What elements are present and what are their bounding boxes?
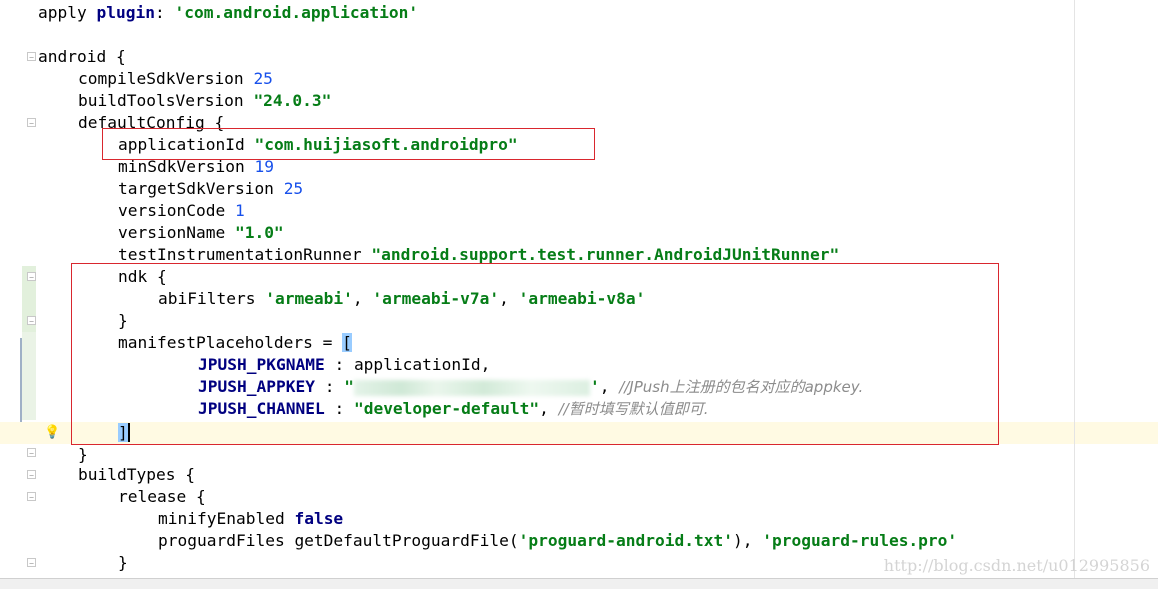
code-line: release { bbox=[118, 487, 206, 506]
code-line: buildToolsVersion "24.0.3" bbox=[78, 91, 332, 110]
code-line: versionName "1.0" bbox=[118, 223, 284, 242]
code-line: android { bbox=[38, 47, 126, 66]
code-line: targetSdkVersion 25 bbox=[118, 179, 304, 198]
fold-icon[interactable]: − bbox=[27, 448, 36, 458]
fold-icon[interactable]: − bbox=[27, 492, 36, 502]
code-line: versionCode 1 bbox=[118, 201, 245, 220]
fold-icon[interactable]: − bbox=[27, 118, 36, 128]
status-bar bbox=[0, 578, 1158, 589]
fold-icon[interactable]: − bbox=[27, 272, 36, 282]
code-line: buildTypes { bbox=[78, 465, 195, 484]
editor-gutter: − − − − − − − − bbox=[0, 0, 38, 578]
highlight-box-ndk-placeholders bbox=[71, 263, 999, 445]
code-line: minifyEnabled false bbox=[158, 509, 344, 528]
fold-icon[interactable]: − bbox=[27, 316, 36, 326]
highlight-box-applicationid bbox=[102, 128, 595, 160]
code-line: } bbox=[78, 445, 88, 464]
fold-icon[interactable]: − bbox=[27, 558, 36, 568]
code-line: compileSdkVersion 25 bbox=[78, 69, 273, 88]
watermark: http://blog.csdn.net/u012995856 bbox=[883, 556, 1150, 575]
modified-lines-marker bbox=[20, 338, 22, 422]
fold-icon[interactable]: − bbox=[27, 52, 36, 62]
code-line: } bbox=[118, 553, 128, 572]
right-margin-guide bbox=[1074, 0, 1075, 578]
code-line: apply plugin: 'com.android.application' bbox=[38, 3, 419, 22]
code-line: proguardFiles getDefaultProguardFile('pr… bbox=[158, 531, 958, 550]
fold-icon[interactable]: − bbox=[27, 470, 36, 480]
changed-lines-marker bbox=[22, 332, 36, 420]
